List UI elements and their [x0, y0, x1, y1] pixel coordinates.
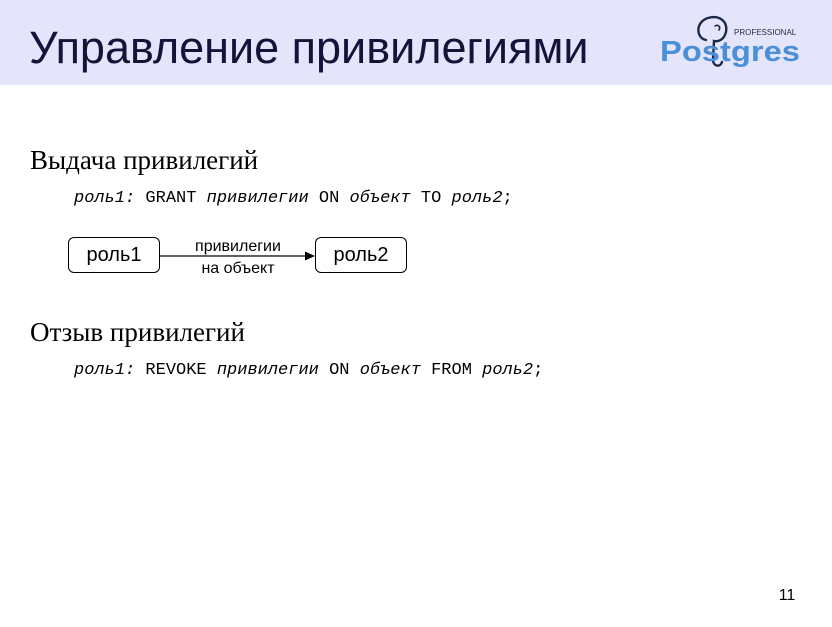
code-role1: роль1:: [74, 189, 136, 208]
slide-title: Управление привилегиями: [29, 22, 589, 73]
code-role2: роль2: [451, 189, 503, 208]
diagram-role1-box: роль1: [68, 237, 160, 273]
grant-syntax: роль1: GRANT привилегии ON объект TO рол…: [74, 188, 513, 210]
code-role1: роль1:: [74, 361, 136, 380]
code-keyword-revoke: REVOKE: [145, 361, 207, 380]
slide-header: Управление привилегиями PROFESSIONAL Pos…: [0, 0, 832, 85]
diagram-arrow-label-line1: привилегии: [195, 238, 281, 255]
code-object: объект: [359, 361, 421, 380]
revoke-syntax: роль1: REVOKE привилегии ON объект FROM …: [74, 360, 543, 382]
logo-brand: Postgres: [660, 36, 800, 68]
code-keyword-on: ON: [329, 361, 350, 380]
code-object: объект: [349, 189, 411, 208]
page-number: 11: [778, 587, 796, 604]
code-keyword-grant: GRANT: [145, 189, 197, 208]
code-privileges: привилегии: [216, 361, 319, 380]
revoke-heading: Отзыв привилегий: [30, 317, 245, 347]
code-keyword-from: FROM: [431, 361, 472, 380]
code-privileges: привилегии: [206, 189, 309, 208]
code-role2: роль2: [482, 361, 534, 380]
code-terminator: ;: [502, 189, 513, 208]
code-terminator: ;: [533, 361, 544, 380]
grant-heading: Выдача привилегий: [30, 145, 259, 175]
postgres-professional-logo: PROFESSIONAL Postgres: [660, 16, 800, 68]
diagram-role2-box: роль2: [315, 237, 407, 273]
diagram-arrow-label-line2: на объект: [201, 260, 275, 277]
code-keyword-to: TO: [420, 189, 442, 208]
code-keyword-on: ON: [318, 189, 340, 208]
